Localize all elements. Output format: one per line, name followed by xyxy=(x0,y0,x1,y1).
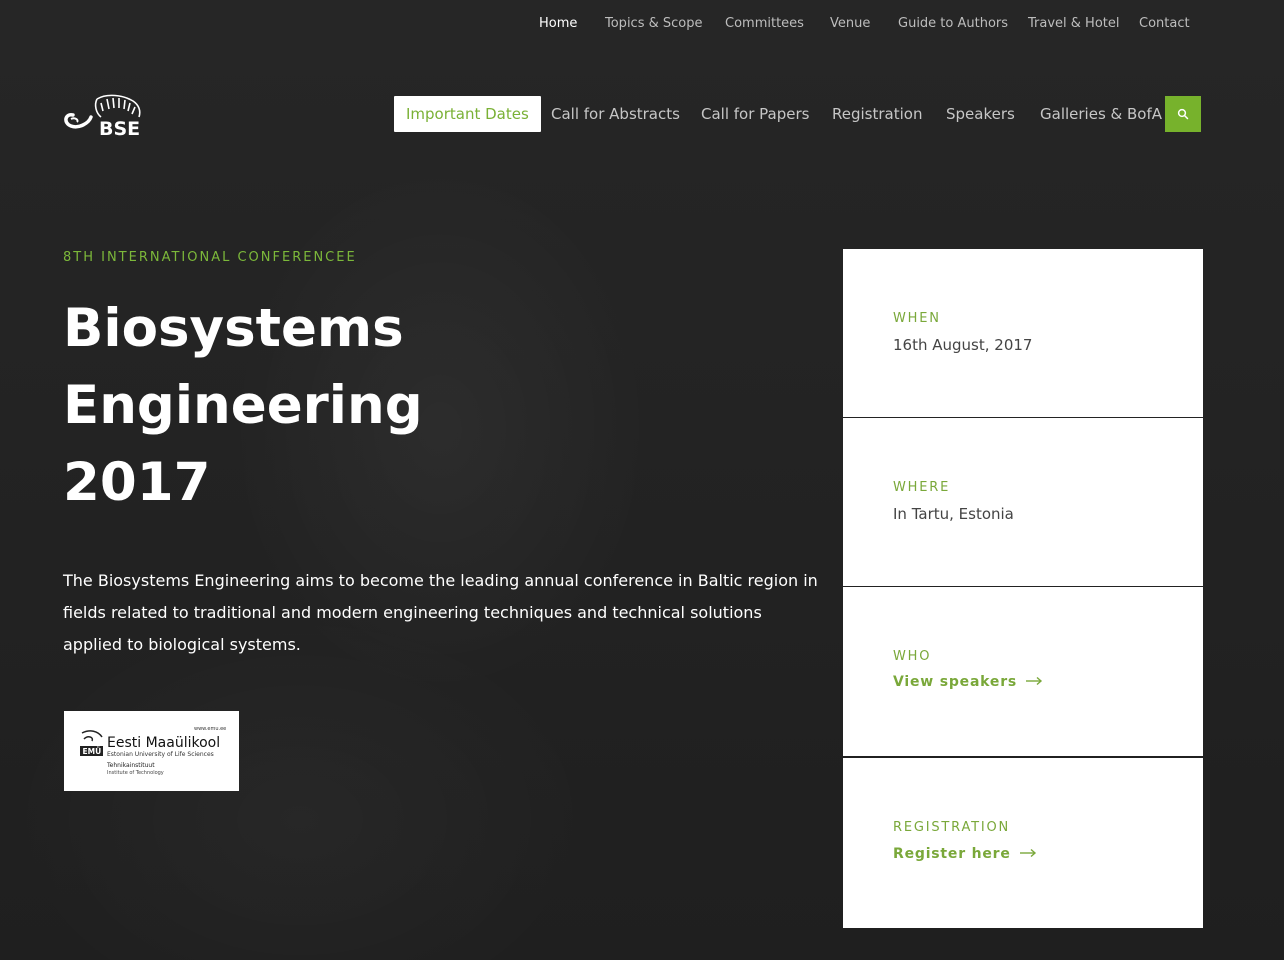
svg-text:Eesti Maaülikool: Eesti Maaülikool xyxy=(107,735,220,751)
arrow-right-icon xyxy=(1025,674,1043,690)
nav-galleries-bofa[interactable]: Galleries & BofA xyxy=(1040,96,1162,132)
nav-registration[interactable]: Registration xyxy=(832,96,922,132)
view-speakers-text: View speakers xyxy=(893,674,1018,690)
event-info-panel: WHEN 16th August, 2017 WHERE In Tartu, E… xyxy=(843,249,1203,928)
hero-eyebrow: 8TH INTERNATIONAL CONFERENCEE xyxy=(63,250,357,265)
svg-text:Tehnikainstituut: Tehnikainstituut xyxy=(106,762,155,769)
nav-speakers[interactable]: Speakers xyxy=(946,96,1015,132)
svg-text:EMÜ: EMÜ xyxy=(83,747,102,756)
top-nav-guide-to-authors[interactable]: Guide to Authors xyxy=(898,16,1008,31)
search-button[interactable] xyxy=(1165,96,1201,132)
info-card-who: WHO View speakers xyxy=(843,587,1203,756)
sponsor-logo-emu[interactable]: www.emu.ee EMÜ Eesti Maaülikool Estonian… xyxy=(64,711,239,791)
nav-call-for-papers[interactable]: Call for Papers xyxy=(701,96,809,132)
info-card-registration: REGISTRATION Register here xyxy=(843,758,1203,928)
hero-title-line: Biosystems xyxy=(63,298,404,359)
nav-call-for-abstracts[interactable]: Call for Abstracts xyxy=(551,96,680,132)
hero-description: The Biosystems Engineering aims to becom… xyxy=(63,571,818,654)
main-navigation: Important Dates Call for Abstracts Call … xyxy=(0,96,1284,132)
registration-label: REGISTRATION xyxy=(893,820,1011,835)
top-nav-topics-scope[interactable]: Topics & Scope xyxy=(605,16,702,31)
search-icon xyxy=(1177,105,1189,124)
who-label: WHO xyxy=(893,649,932,664)
hero-title-line: Engineering xyxy=(63,375,423,436)
register-here-link[interactable]: Register here xyxy=(893,846,1037,862)
top-navigation: Home Topics & Scope Committees Venue Gui… xyxy=(0,0,1284,48)
arrow-right-icon xyxy=(1019,846,1037,862)
when-label: WHEN xyxy=(893,311,941,326)
info-card-where: WHERE In Tartu, Estonia xyxy=(843,418,1203,586)
svg-text:www.emu.ee: www.emu.ee xyxy=(194,726,226,732)
nav-important-dates[interactable]: Important Dates xyxy=(394,96,541,132)
view-speakers-link[interactable]: View speakers xyxy=(893,674,1043,690)
top-nav-venue[interactable]: Venue xyxy=(830,16,870,31)
register-here-text: Register here xyxy=(893,846,1011,862)
where-label: WHERE xyxy=(893,480,951,495)
top-nav-contact[interactable]: Contact xyxy=(1139,16,1190,31)
top-nav-committees[interactable]: Committees xyxy=(725,16,804,31)
svg-text:Institute of Technology: Institute of Technology xyxy=(107,770,164,776)
where-value: In Tartu, Estonia xyxy=(893,505,1014,523)
top-nav-travel-hotel[interactable]: Travel & Hotel xyxy=(1028,16,1119,31)
info-card-when: WHEN 16th August, 2017 xyxy=(843,249,1203,417)
hero-title-line: 2017 xyxy=(63,452,211,513)
hero-title: Biosystems Engineering 2017 xyxy=(63,290,583,521)
top-nav-home[interactable]: Home xyxy=(539,16,577,31)
svg-text:Estonian University of Life Sc: Estonian University of Life Sciences xyxy=(107,751,214,758)
when-value: 16th August, 2017 xyxy=(893,336,1033,354)
